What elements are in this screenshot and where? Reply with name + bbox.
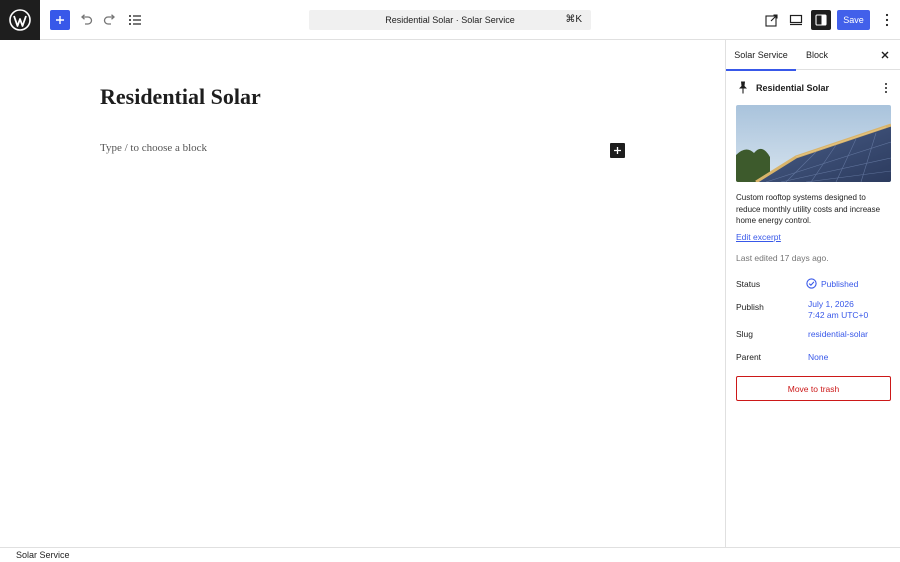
undo-button[interactable]	[75, 9, 97, 31]
publish-date-button[interactable]: July 1, 2026 7:42 am UTC+0	[808, 299, 868, 320]
post-actions-button[interactable]	[879, 80, 893, 96]
pin-icon	[739, 81, 747, 94]
status-value-button[interactable]: Published	[806, 278, 858, 289]
footer-breadcrumb-bar: Solar Service	[0, 547, 900, 562]
save-button[interactable]: Save	[837, 10, 870, 30]
list-view-button[interactable]	[124, 9, 146, 31]
last-edited-text: Last edited 17 days ago.	[736, 253, 829, 263]
editor-canvas[interactable]: Residential Solar Type / to choose a blo…	[0, 40, 725, 547]
post-excerpt: Custom rooftop systems designed to reduc…	[736, 193, 881, 225]
undo-icon	[81, 14, 93, 25]
wordpress-logo-icon[interactable]	[0, 0, 40, 40]
slug-value-button[interactable]: residential-solar	[808, 329, 868, 339]
tab-block[interactable]: Block	[796, 40, 838, 70]
publish-label: Publish	[736, 302, 764, 312]
post-name: Residential Solar	[756, 83, 830, 93]
close-sidebar-button[interactable]	[878, 48, 892, 62]
close-icon	[881, 51, 889, 59]
block-inserter-button[interactable]	[50, 10, 70, 30]
move-to-trash-button[interactable]: Move to trash	[736, 376, 891, 401]
more-vertical-icon	[885, 83, 887, 93]
plus-icon	[614, 147, 621, 154]
add-block-button[interactable]	[610, 143, 625, 158]
parent-label: Parent	[736, 352, 762, 362]
featured-image[interactable]	[736, 105, 891, 182]
solar-roof-image	[736, 105, 891, 182]
published-check-icon	[806, 278, 817, 289]
post-summary-header: Residential Solar	[736, 80, 891, 96]
slug-label: Slug	[736, 329, 754, 339]
breadcrumb[interactable]: Solar Service	[16, 550, 70, 560]
document-title: Residential Solar · Solar Service	[385, 15, 515, 25]
tab-solar-service[interactable]: Solar Service	[726, 40, 796, 71]
shortcut-hint: ⌘K	[565, 14, 582, 25]
top-toolbar: Residential Solar · Solar Service ⌘K Sav…	[0, 0, 900, 40]
desktop-icon	[789, 14, 803, 26]
parent-value-button[interactable]: None	[808, 352, 828, 362]
command-palette-bar[interactable]: Residential Solar · Solar Service ⌘K	[309, 10, 591, 30]
external-view-icon	[764, 13, 778, 27]
status-value: Published	[821, 278, 859, 289]
edit-excerpt-link[interactable]: Edit excerpt	[736, 232, 781, 242]
more-vertical-icon	[885, 13, 889, 27]
device-preview-button[interactable]	[785, 9, 807, 31]
publish-time: 7:42 am UTC+0	[808, 309, 869, 320]
more-options-button[interactable]	[876, 9, 898, 31]
view-site-button[interactable]	[760, 9, 782, 31]
list-view-icon	[129, 15, 141, 25]
redo-icon	[103, 14, 115, 25]
post-title[interactable]: Residential Solar	[100, 84, 261, 110]
plus-icon	[56, 16, 64, 24]
sidebar-tabs: Solar Service Block	[726, 40, 900, 71]
sidebar-toggle-icon	[815, 14, 827, 26]
publish-date: July 1, 2026	[808, 299, 854, 309]
status-label: Status	[736, 279, 761, 289]
settings-sidebar: Solar Service Block Residential Solar Cu…	[725, 40, 900, 547]
block-placeholder[interactable]: Type / to choose a block	[100, 142, 207, 154]
redo-button[interactable]	[99, 9, 121, 31]
settings-sidebar-button[interactable]	[811, 10, 831, 30]
